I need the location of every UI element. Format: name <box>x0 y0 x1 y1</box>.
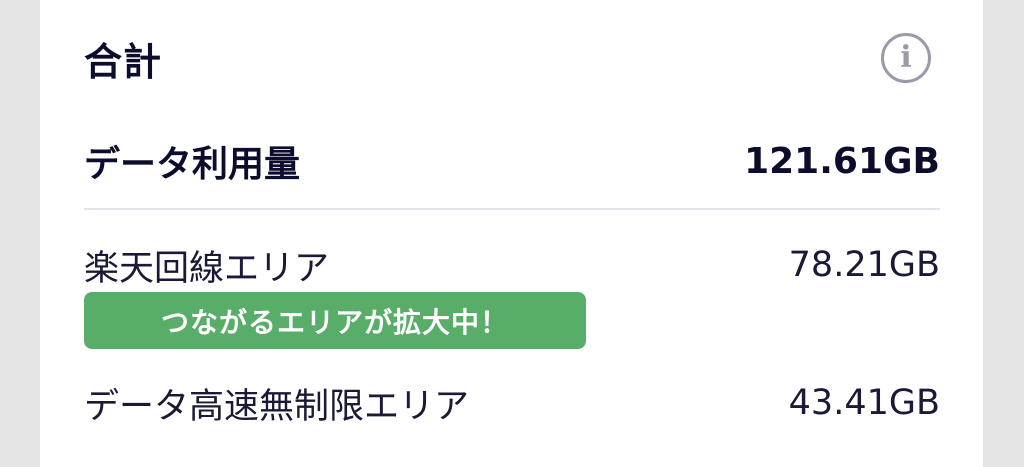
info-button[interactable]: i <box>881 33 931 83</box>
total-usage-label: データ利用量 <box>84 144 301 185</box>
total-usage-value: 121.61GB <box>744 140 940 182</box>
summary-title: 合計 <box>84 40 163 84</box>
rakuten-area-value: 78.21GB <box>788 245 940 285</box>
area-expansion-badge[interactable]: つながるエリアが拡大中！ <box>84 292 586 349</box>
divider <box>84 208 940 210</box>
unlimited-area-row: データ高速無制限エリア 43.41GB <box>84 378 940 428</box>
usage-summary-card: 合計 i データ利用量 121.61GB 楽天回線エリア 78.21GB つなが… <box>40 0 983 467</box>
rakuten-area-label: 楽天回線エリア <box>84 248 330 289</box>
unlimited-area-label: データ高速無制限エリア <box>84 386 470 427</box>
rakuten-area-row: 楽天回線エリア 78.21GB <box>84 240 940 290</box>
info-icon: i <box>900 40 912 75</box>
total-usage-row: データ利用量 121.61GB <box>84 136 940 186</box>
unlimited-area-value: 43.41GB <box>788 383 940 423</box>
